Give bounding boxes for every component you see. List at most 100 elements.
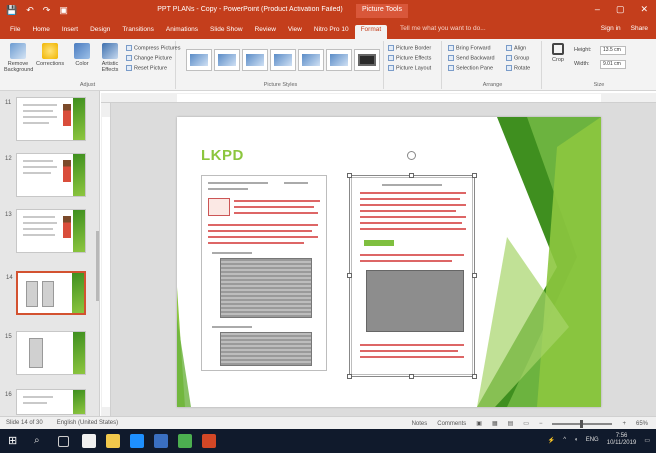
height-input[interactable]: 13.5 cm — [600, 46, 626, 55]
picture-border-button[interactable]: Picture Border — [388, 45, 431, 51]
color-button[interactable]: Color — [68, 43, 96, 67]
powerpoint-icon[interactable] — [202, 434, 216, 448]
rotate-handle[interactable] — [407, 151, 416, 160]
change-picture-button[interactable]: Change Picture — [126, 55, 172, 61]
zoom-in-button[interactable]: + — [622, 421, 626, 427]
word-icon[interactable] — [154, 434, 168, 448]
resize-handle-se[interactable] — [472, 374, 477, 379]
store-icon[interactable] — [82, 434, 96, 448]
resize-handle-sw[interactable] — [347, 374, 352, 379]
comments-button[interactable]: Comments — [437, 421, 466, 427]
edge-icon[interactable] — [130, 434, 144, 448]
reading-view-icon[interactable]: ▤ — [508, 420, 514, 427]
zoom-slider[interactable] — [552, 419, 613, 428]
context-tab-picture-tools: Picture Tools — [356, 4, 408, 18]
zoom-slider-thumb[interactable] — [580, 419, 584, 428]
undo-icon[interactable]: ↶ — [26, 5, 34, 16]
resize-handle-w[interactable] — [347, 273, 352, 278]
picture-layout-button[interactable]: Picture Layout — [388, 65, 431, 71]
windows-start-icon[interactable]: ⊞ — [8, 434, 22, 448]
zoom-level[interactable]: 65% — [636, 421, 648, 427]
corrections-button[interactable]: Corrections — [36, 43, 64, 67]
ribbon-group-adjust: Remove Background Corrections Color Arti… — [0, 41, 180, 89]
picture-style-4[interactable] — [270, 49, 296, 71]
tab-review[interactable]: Review — [249, 25, 282, 39]
remove-background-button[interactable]: Remove Background — [4, 43, 33, 73]
reset-picture-button[interactable]: Reset Picture — [126, 65, 167, 71]
normal-view-icon[interactable]: ▣ — [476, 420, 482, 427]
window-controls: – ▢ ✕ — [595, 4, 648, 15]
crop-button[interactable]: Crop — [544, 43, 572, 63]
selection-pane-button[interactable]: Selection Pane — [448, 65, 493, 71]
slideshow-view-icon[interactable]: ▭ — [523, 420, 529, 427]
picture-style-3[interactable] — [242, 49, 268, 71]
language-indicator[interactable]: English (United States) — [57, 420, 118, 426]
picture-style-2[interactable] — [214, 49, 240, 71]
picture-style-7[interactable] — [354, 49, 380, 71]
resize-handle-e[interactable] — [472, 273, 477, 278]
system-tray: ⚡ ^ ◖ ENG 7:56 10/11/2019 ▭ — [548, 433, 650, 447]
tab-insert[interactable]: Insert — [56, 25, 84, 39]
tab-file[interactable]: File — [4, 25, 26, 39]
align-button[interactable]: Align — [506, 45, 526, 51]
worksheet-image-left[interactable] — [201, 175, 327, 371]
tab-design[interactable]: Design — [84, 25, 116, 39]
task-view-icon[interactable] — [58, 436, 69, 447]
zoom-out-button[interactable]: − — [539, 421, 543, 427]
tell-me-search[interactable]: Tell me what you want to do... — [400, 25, 486, 32]
clock[interactable]: 7:56 10/11/2019 — [607, 433, 637, 447]
slide-thumbnail-active[interactable]: 14 — [6, 271, 86, 315]
slide[interactable]: LKPD — [177, 117, 601, 407]
resize-handle-nw[interactable] — [347, 173, 352, 178]
tab-animations[interactable]: Animations — [160, 25, 204, 39]
thumbnail-scrollbar[interactable] — [96, 231, 99, 301]
volume-icon[interactable]: ◖ — [574, 437, 578, 443]
slide-thumbnail[interactable]: 15 — [5, 331, 86, 375]
file-explorer-icon[interactable] — [106, 434, 120, 448]
slide-thumbnail[interactable]: 11 — [5, 97, 86, 141]
send-backward-button[interactable]: Send Backward — [448, 55, 495, 61]
search-icon[interactable]: ⌕ — [34, 434, 48, 448]
ribbon-group-picture-options: Picture Border Picture Effects Picture L… — [386, 41, 442, 89]
vertical-ruler — [101, 103, 111, 416]
sign-in-link[interactable]: Sign in — [601, 25, 621, 32]
redo-icon[interactable]: ↷ — [43, 5, 51, 16]
resize-handle-n[interactable] — [409, 173, 414, 178]
save-icon[interactable]: 💾 — [6, 5, 17, 16]
picture-style-1[interactable] — [186, 49, 212, 71]
input-language[interactable]: ENG — [586, 437, 599, 443]
slide-thumbnail[interactable]: 13 — [5, 209, 86, 253]
picture-style-6[interactable] — [326, 49, 352, 71]
maximize-button[interactable]: ▢ — [616, 4, 625, 15]
close-button[interactable]: ✕ — [640, 4, 648, 15]
tab-nitro-pro[interactable]: Nitro Pro 10 — [308, 25, 355, 39]
bring-forward-button[interactable]: Bring Forward — [448, 45, 491, 51]
resize-handle-s[interactable] — [409, 374, 414, 379]
picture-effects-button[interactable]: Picture Effects — [388, 55, 431, 61]
width-input[interactable]: 9.01 cm — [600, 60, 626, 69]
picture-style-5[interactable] — [298, 49, 324, 71]
tab-view[interactable]: View — [282, 25, 308, 39]
tab-home[interactable]: Home — [26, 25, 55, 39]
chevron-up-icon[interactable]: ^ — [563, 437, 566, 443]
rotate-button[interactable]: Rotate — [506, 65, 530, 71]
title-bar: 💾 ↶ ↷ ▣ PPT PLANs - Copy - PowerPoint (P… — [0, 0, 656, 22]
slide-title[interactable]: LKPD — [201, 147, 244, 164]
start-slideshow-icon[interactable]: ▣ — [59, 5, 68, 16]
slide-thumbnail[interactable]: 12 — [5, 153, 86, 197]
share-button[interactable]: Share — [631, 25, 648, 32]
notes-button[interactable]: Notes — [412, 421, 428, 427]
compress-pictures-button[interactable]: Compress Pictures — [126, 45, 180, 51]
tab-format[interactable]: Format — [354, 25, 388, 39]
network-icon[interactable]: ⚡ — [548, 437, 555, 444]
slide-sorter-icon[interactable]: ▦ — [492, 420, 498, 427]
slide-thumbnail[interactable]: 16 — [5, 389, 86, 415]
minimize-button[interactable]: – — [595, 4, 600, 15]
tab-transitions[interactable]: Transitions — [116, 25, 160, 39]
app-icon[interactable] — [178, 434, 192, 448]
resize-handle-ne[interactable] — [472, 173, 477, 178]
artistic-effects-button[interactable]: Artistic Effects — [96, 43, 124, 73]
tab-slide-show[interactable]: Slide Show — [204, 25, 249, 39]
notifications-icon[interactable]: ▭ — [644, 437, 650, 444]
group-button[interactable]: Group — [506, 55, 529, 61]
